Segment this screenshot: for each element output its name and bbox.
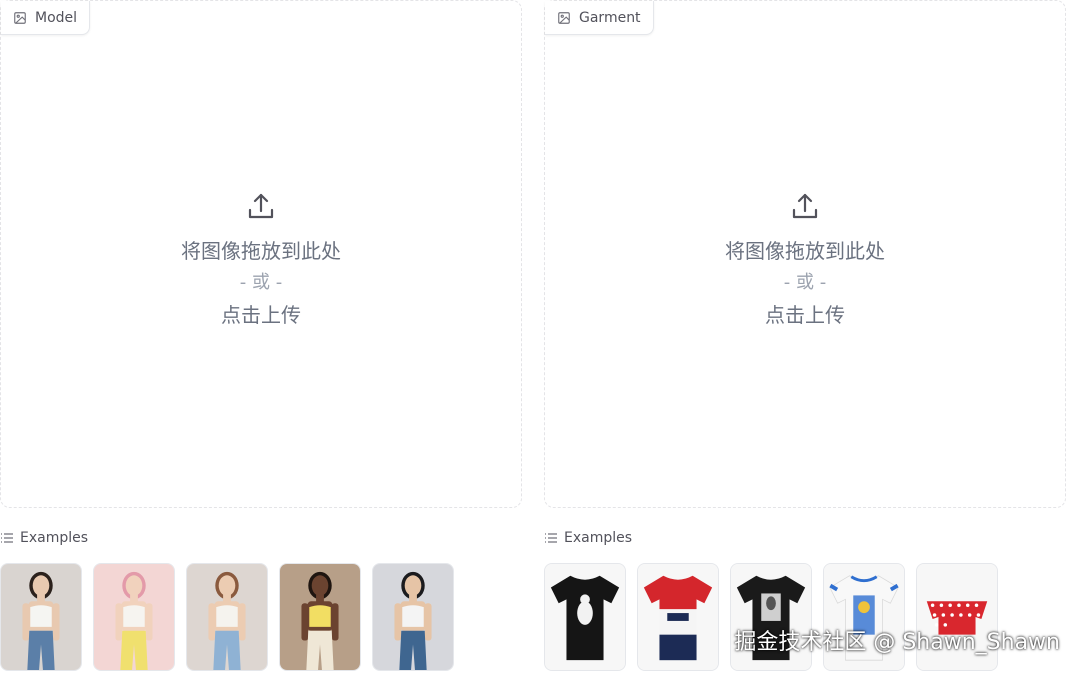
model-example-4[interactable] [279,563,361,671]
garment-upload-dropzone[interactable]: Garment 将图像拖放到此处 - 或 - 点击上传 [544,0,1066,508]
model-label: Model [35,9,78,26]
model-photo [1,564,81,670]
garment-example-2[interactable] [637,563,719,671]
list-icon [545,533,557,543]
upload-icon [792,193,818,219]
model-example-5[interactable] [372,563,454,671]
garment-examples-header: Examples [544,530,632,546]
garment-photo [638,564,718,670]
model-label-chip: Model [1,1,91,35]
garment-label: Garment [579,9,641,26]
model-or-text: - 或 - [239,272,283,293]
model-drop-text: 将图像拖放到此处 [181,239,341,263]
model-example-2[interactable] [93,563,175,671]
model-example-1[interactable] [0,563,82,671]
model-examples-label: Examples [20,530,89,546]
model-examples-row [0,563,454,671]
garment-example-1[interactable] [544,563,626,671]
garment-click-upload-text[interactable]: 点击上传 [765,299,845,331]
garment-label-chip: Garment [545,1,654,35]
model-drop-area[interactable]: 将图像拖放到此处 - 或 - 点击上传 [1,191,521,331]
garment-examples-label: Examples [564,530,633,546]
upload-icon [248,193,274,219]
garment-photo [545,564,625,670]
list-icon [1,533,13,543]
garment-drop-area[interactable]: 将图像拖放到此处 - 或 - 点击上传 [545,191,1065,331]
image-icon [14,11,26,24]
watermark: 掘金技术社区 @ Shawn_Shawn [734,630,1060,655]
garment-drop-text: 将图像拖放到此处 [725,239,885,263]
model-upload-dropzone[interactable]: Model 将图像拖放到此处 - 或 - 点击上传 [0,0,522,508]
model-examples-header: Examples [0,530,88,546]
garment-or-text: - 或 - [783,272,827,293]
image-icon [558,11,570,24]
model-click-upload-text[interactable]: 点击上传 [221,299,301,331]
model-photo [280,564,360,670]
model-photo [94,564,174,670]
model-photo [373,564,453,670]
model-photo [187,564,267,670]
model-example-3[interactable] [186,563,268,671]
